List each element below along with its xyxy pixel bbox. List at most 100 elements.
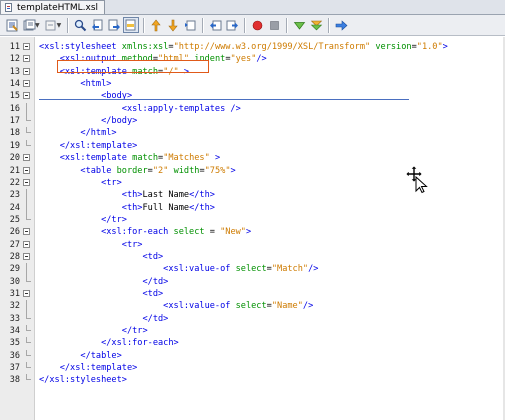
fold-guide bbox=[26, 300, 27, 314]
toggle-bookmark-icon[interactable] bbox=[182, 17, 198, 33]
code-line[interactable]: 35 </xsl:for-each> bbox=[0, 337, 505, 349]
shift-right-icon[interactable] bbox=[224, 17, 240, 33]
code-text: </xsl:stylesheet> bbox=[39, 374, 127, 386]
find-next-icon[interactable] bbox=[106, 17, 122, 33]
code-text: <table border="2" width="75%"> bbox=[39, 165, 235, 177]
fold-collapse-icon[interactable] bbox=[23, 67, 30, 75]
code-editor[interactable]: 11 <xsl:stylesheet xmlns:xsl="http://www.… bbox=[0, 37, 505, 420]
tab-templatehtml-xsl[interactable]: templateHTML.xsl bbox=[0, 0, 106, 14]
line-number: 13 bbox=[9, 66, 20, 77]
code-token-attr: select bbox=[235, 301, 267, 312]
code-token-tag: </xsl:stylesheet> bbox=[39, 375, 127, 386]
code-text: </body> bbox=[39, 115, 137, 127]
code-line[interactable]: 25 </tr> bbox=[0, 213, 505, 226]
fold-guide bbox=[26, 102, 27, 116]
fold-collapse-icon[interactable] bbox=[23, 80, 30, 88]
code-token-attr: xmlns:xsl bbox=[121, 42, 169, 52]
fold-collapse-icon[interactable] bbox=[23, 154, 30, 162]
code-line[interactable]: 37 </xsl:template> bbox=[0, 362, 505, 374]
line-number: 18 bbox=[9, 128, 20, 139]
line-number: 20 bbox=[9, 153, 20, 164]
code-line[interactable]: 27 <tr> bbox=[0, 239, 505, 251]
code-line[interactable]: 26 <xsl:for-each select = "New"> bbox=[0, 226, 505, 238]
fold-collapse-icon[interactable] bbox=[23, 55, 30, 63]
code-text: <th>Last Name</th> bbox=[39, 189, 215, 201]
fold-end-marker bbox=[26, 362, 31, 369]
find-previous-icon[interactable] bbox=[89, 17, 105, 33]
history-icon[interactable] bbox=[21, 17, 37, 33]
line-number: 33 bbox=[9, 313, 20, 324]
line-number: 37 bbox=[9, 363, 20, 374]
validate-xml-icon[interactable] bbox=[308, 17, 324, 33]
code-token-tag: </xsl:for-each> bbox=[39, 338, 179, 349]
code-line[interactable]: 14 <html> bbox=[0, 78, 505, 90]
xsl-transform-icon[interactable] bbox=[333, 17, 349, 33]
code-text: </xsl:template> bbox=[39, 362, 138, 374]
stop-macro-icon[interactable] bbox=[266, 17, 282, 33]
fold-collapse-icon[interactable] bbox=[23, 92, 30, 100]
check-xml-icon[interactable] bbox=[291, 17, 307, 33]
line-number: 15 bbox=[9, 91, 20, 102]
code-token-attr: width bbox=[173, 165, 200, 176]
line-number: 38 bbox=[9, 375, 20, 386]
code-token-tag: <th> bbox=[39, 202, 143, 213]
code-line[interactable]: 16 <xsl:apply-templates /> bbox=[0, 102, 505, 116]
line-number: 34 bbox=[9, 326, 20, 337]
code-line[interactable]: 31 <td> bbox=[0, 288, 505, 300]
code-line[interactable]: 17 </body> bbox=[0, 115, 505, 127]
code-line[interactable]: 15 <body> bbox=[0, 90, 505, 102]
code-token-tag: </th> bbox=[189, 202, 215, 213]
line-number: 23 bbox=[9, 190, 20, 201]
fold-collapse-icon[interactable] bbox=[23, 166, 30, 174]
code-line[interactable]: 23 <th>Last Name</th> bbox=[0, 189, 505, 203]
code-line[interactable]: 24 <th>Full Name</th> bbox=[0, 201, 505, 215]
code-line[interactable]: 30 </td> bbox=[0, 275, 505, 288]
line-number: 11 bbox=[9, 42, 20, 52]
code-line[interactable]: 21 <table border="2" width="75%"> bbox=[0, 165, 505, 177]
code-token-attr: version bbox=[375, 42, 412, 52]
code-token-val: "Name" bbox=[271, 301, 303, 312]
code-line[interactable]: 29 <xsl:value-of select="Match"/> bbox=[0, 263, 505, 277]
shift-left-icon[interactable] bbox=[207, 17, 223, 33]
code-line[interactable]: 20 <xsl:template match="Matches" > bbox=[0, 152, 505, 164]
code-line[interactable]: 11 <xsl:stylesheet xmlns:xsl="http://www.… bbox=[0, 41, 505, 53]
code-line[interactable]: 22 <tr> bbox=[0, 177, 505, 189]
code-token-tag: </tr> bbox=[39, 214, 127, 225]
code-token-tag: /> bbox=[256, 54, 267, 65]
code-token-tag: <html> bbox=[39, 79, 112, 90]
line-number: 36 bbox=[9, 350, 20, 361]
code-line[interactable]: 33 </td> bbox=[0, 312, 505, 325]
code-line[interactable]: 32 <xsl:value-of select="Name"/> bbox=[0, 300, 505, 314]
line-number: 26 bbox=[9, 227, 20, 238]
find-icon[interactable] bbox=[72, 17, 88, 33]
fold-collapse-icon[interactable] bbox=[23, 43, 30, 50]
previous-bookmark-icon[interactable] bbox=[148, 17, 164, 33]
fold-collapse-icon[interactable] bbox=[23, 252, 30, 260]
toolbar-separator bbox=[286, 17, 288, 33]
start-macro-icon[interactable] bbox=[249, 17, 265, 33]
code-token-tag: <xsl:template bbox=[39, 153, 133, 164]
fold-collapse-icon[interactable] bbox=[23, 240, 30, 248]
fold-collapse-icon[interactable] bbox=[23, 290, 30, 297]
toggle-highlight-icon[interactable] bbox=[123, 17, 140, 33]
code-token-val: "Match" bbox=[271, 264, 309, 275]
code-token-tag: </th> bbox=[189, 190, 215, 201]
code-line[interactable]: 28 <td> bbox=[0, 251, 505, 263]
fold-end-marker bbox=[26, 213, 31, 220]
code-line[interactable]: 34 </tr> bbox=[0, 325, 505, 337]
code-line[interactable]: 18 </html> bbox=[0, 127, 505, 139]
fold-collapse-icon[interactable] bbox=[23, 178, 30, 186]
next-bookmark-icon[interactable] bbox=[165, 17, 181, 33]
code-token-tag: <table bbox=[39, 165, 117, 176]
code-line[interactable]: 36 </table> bbox=[0, 349, 505, 362]
source-view-icon[interactable] bbox=[4, 17, 20, 33]
fold-guide bbox=[26, 201, 27, 215]
fold-collapse-icon[interactable] bbox=[23, 228, 30, 236]
back-icon[interactable] bbox=[43, 17, 59, 33]
toolbar-separator bbox=[143, 17, 145, 33]
code-line[interactable]: 19 </xsl:template> bbox=[0, 139, 505, 152]
code-text: <tr> bbox=[39, 239, 143, 251]
fold-guide bbox=[26, 263, 27, 277]
editor-toolbar: ▼ ▼ bbox=[0, 15, 505, 36]
code-line[interactable]: 38 </xsl:stylesheet> bbox=[0, 374, 505, 386]
